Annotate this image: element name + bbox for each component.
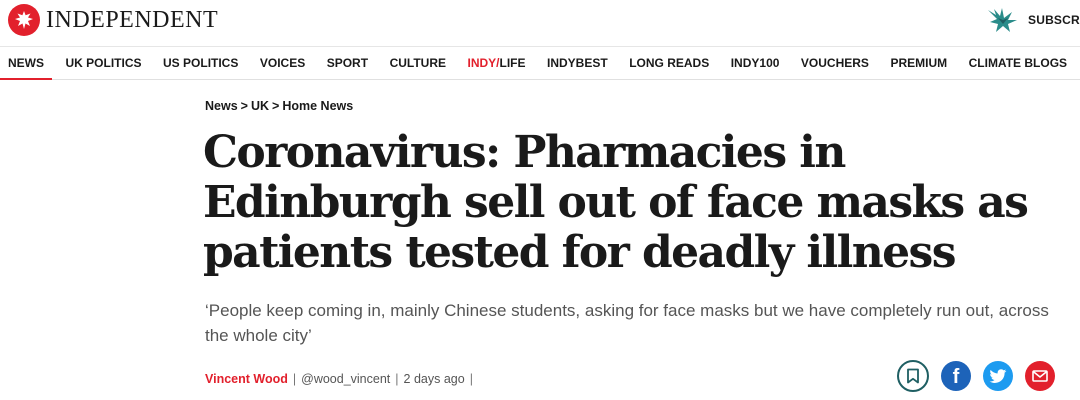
nav-item-long-reads[interactable]: LONG READS <box>629 47 709 79</box>
main-nav: NEWS UK POLITICS US POLITICS VOICES SPOR… <box>0 46 1080 80</box>
nav-item-premium[interactable]: PREMIUM <box>890 47 947 79</box>
headline-line: Coronavirus: Pharmacies in <box>203 127 846 178</box>
breadcrumb-home-news[interactable]: Home News <box>282 99 353 113</box>
author-link[interactable]: Vincent Wood <box>205 372 288 386</box>
nav-list: NEWS UK POLITICS US POLITICS VOICES SPOR… <box>0 47 1080 80</box>
twitter-icon <box>989 368 1007 383</box>
nav-item-culture[interactable]: CULTURE <box>390 47 446 79</box>
email-icon <box>1032 370 1048 382</box>
nav-item-us-politics[interactable]: US POLITICS <box>163 47 238 79</box>
article-standfirst: ‘People keep coming in, mainly Chinese s… <box>205 298 1075 348</box>
nav-item-indy100[interactable]: INDY100 <box>731 47 780 79</box>
subscribe-label: SUBSCRIBE <box>1028 13 1080 27</box>
standfirst-line: ‘People keep coming in, mainly Chinese s… <box>205 301 1049 320</box>
article-headline: Coronavirus: Pharmacies in Edinburgh sel… <box>203 128 1063 278</box>
eagle-logo-icon <box>8 4 40 36</box>
nav-item-indybest[interactable]: INDYBEST <box>547 47 608 79</box>
breadcrumb-separator: > <box>240 99 248 113</box>
twitter-share-button[interactable] <box>983 361 1013 391</box>
facebook-icon: f <box>952 366 960 388</box>
breadcrumb-news[interactable]: News <box>205 99 238 113</box>
bookmark-icon <box>907 368 919 384</box>
standfirst-line: the whole city’ <box>205 326 312 345</box>
brand-name: INDEPENDENT <box>46 7 219 33</box>
breadcrumb-uk[interactable]: UK <box>251 99 269 113</box>
nav-item-sport[interactable]: SPORT <box>327 47 368 79</box>
nav-item-indy-life[interactable]: INDY/LIFE <box>468 47 526 79</box>
publish-time: 2 days ago <box>403 372 465 386</box>
nav-item-climate-blogs[interactable]: CLIMATE BLOGS <box>969 47 1067 79</box>
breadcrumb-separator: > <box>272 99 280 113</box>
byline: Vincent Wood | @wood_vincent | 2 days ag… <box>205 372 478 386</box>
subscribe-link[interactable]: SUBSCRIBE <box>986 6 1080 34</box>
masthead: INDEPENDENT SUBSCRIBE <box>0 0 1080 46</box>
nav-item-vouchers[interactable]: VOUCHERS <box>801 47 869 79</box>
headline-line: Edinburgh sell out of face masks as <box>203 177 1029 228</box>
headline-line: patients tested for deadly illness <box>203 227 956 278</box>
nav-item-indy-prefix: INDY/ <box>467 56 500 70</box>
byline-divider: | <box>469 372 473 386</box>
nav-item-voices[interactable]: VOICES <box>260 47 305 79</box>
byline-divider: | <box>395 372 399 386</box>
email-share-button[interactable] <box>1025 361 1055 391</box>
nav-item-news[interactable]: NEWS <box>0 47 52 80</box>
nav-item-uk-politics[interactable]: UK POLITICS <box>66 47 142 79</box>
byline-divider: | <box>292 372 297 386</box>
facebook-share-button[interactable]: f <box>941 361 971 391</box>
author-handle[interactable]: @wood_vincent <box>301 372 390 386</box>
breadcrumb: News > UK > Home News <box>205 99 353 113</box>
nav-item-indy-suffix: LIFE <box>499 56 526 70</box>
bookmark-button[interactable] <box>897 360 929 392</box>
logo[interactable]: INDEPENDENT <box>8 4 218 36</box>
share-bar: f <box>897 360 1055 392</box>
bird-icon <box>988 8 1017 32</box>
